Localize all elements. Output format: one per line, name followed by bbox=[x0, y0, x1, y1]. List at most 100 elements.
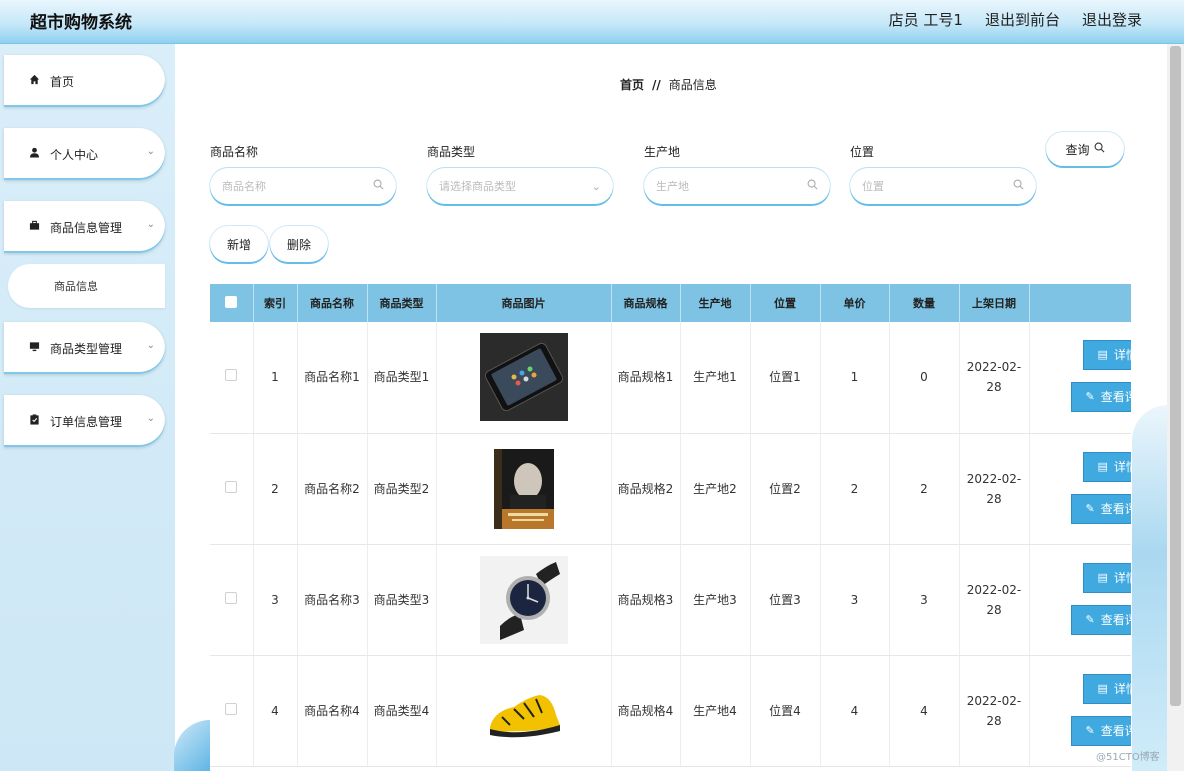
sidebar-item-order-management[interactable]: 订单信息管理 ⌄ bbox=[4, 395, 165, 447]
home-icon bbox=[29, 74, 43, 88]
back-to-front-link[interactable]: 退出到前台 bbox=[985, 9, 1060, 30]
sidebar-item-label: 个人中心 bbox=[50, 147, 99, 162]
edit-icon: ✎ bbox=[1085, 723, 1095, 737]
cell-spec: 商品规格3 bbox=[611, 544, 681, 656]
position-search-input[interactable]: 位置 bbox=[850, 168, 1036, 204]
cell-date: 2022-02-28 bbox=[959, 655, 1030, 767]
table-header-row: 索引 商品名称 商品类型 商品图片 商品规格 生产地 位置 单价 数量 上架日期 bbox=[210, 284, 1131, 322]
header-actions: 店员 工号1 退出到前台 退出登录 bbox=[889, 9, 1142, 30]
name-search-input[interactable]: 商品名称 bbox=[210, 168, 396, 204]
select-all-checkbox[interactable] bbox=[225, 295, 238, 308]
sidebar-item-type-management[interactable]: 商品类型管理 ⌄ bbox=[4, 322, 165, 374]
breadcrumb-home[interactable]: 首页 bbox=[620, 78, 644, 92]
briefcase-icon bbox=[29, 220, 43, 234]
detail-label: 详情 bbox=[1113, 459, 1131, 474]
cell-position: 位置3 bbox=[750, 544, 821, 656]
input-placeholder: 位置 bbox=[862, 180, 884, 193]
sidebar-item-product-management[interactable]: 商品信息管理 ⌄ bbox=[4, 201, 165, 253]
view-comments-button[interactable]: ✎ 查看评论 bbox=[1070, 715, 1131, 746]
view-comments-button[interactable]: ✎ 查看评论 bbox=[1070, 382, 1131, 412]
query-button[interactable]: 查询 bbox=[1046, 132, 1124, 166]
breadcrumb: 首页 // 商品信息 bbox=[620, 76, 717, 93]
detail-button[interactable]: ▤ 详情 bbox=[1082, 673, 1131, 704]
cell-price: 4 bbox=[820, 655, 890, 767]
cell-origin: 生产地2 bbox=[680, 433, 751, 545]
column-header: 上架日期 bbox=[959, 284, 1030, 322]
sidebar: 首页 个人中心 ⌄ 商品信息管理 ⌄ 商品信息 商品类型管理 ⌄ 订单信息管理 … bbox=[0, 44, 175, 771]
detail-label: 详情 bbox=[1113, 570, 1131, 585]
table-row: 1 商品名称1 商品类型1 商品规格1 生产地1 位置1 1 0 2022-02… bbox=[210, 322, 1131, 434]
product-table: 索引 商品名称 商品类型 商品图片 商品规格 生产地 位置 单价 数量 上架日期 bbox=[210, 284, 1131, 771]
origin-search-input[interactable]: 生产地 bbox=[644, 168, 830, 204]
input-placeholder: 生产地 bbox=[656, 180, 689, 193]
sidebar-item-home[interactable]: 首页 bbox=[4, 55, 165, 107]
cell-name: 商品名称1 bbox=[297, 322, 368, 434]
type-select[interactable]: 请选择商品类型 ⌄ bbox=[427, 168, 613, 204]
row-checkbox[interactable] bbox=[225, 591, 238, 604]
sidebar-item-personal[interactable]: 个人中心 ⌄ bbox=[4, 128, 165, 180]
row-checkbox[interactable] bbox=[225, 369, 238, 382]
top-header: 超市购物系统 店员 工号1 退出到前台 退出登录 bbox=[0, 0, 1184, 44]
actions-column-header bbox=[1029, 284, 1131, 322]
search-icon bbox=[1013, 179, 1024, 193]
right-decoration bbox=[1132, 405, 1168, 771]
chevron-down-icon: ⌄ bbox=[146, 146, 155, 157]
scrollbar-thumb[interactable] bbox=[1170, 46, 1181, 706]
cell-type: 商品类型3 bbox=[367, 544, 437, 656]
detail-label: 详情 bbox=[1113, 681, 1131, 696]
view-comments-label: 查看评论 bbox=[1100, 390, 1131, 404]
sidebar-item-label: 订单信息管理 bbox=[50, 414, 123, 429]
cell-date: 2022-02-28 bbox=[959, 433, 1030, 545]
detail-button[interactable]: ▤ 详情 bbox=[1082, 451, 1131, 482]
search-icon bbox=[807, 179, 818, 193]
smartphone-image bbox=[479, 333, 568, 422]
cell-index: 4 bbox=[253, 655, 298, 767]
sidebar-item-label: 首页 bbox=[50, 74, 75, 89]
search-icon bbox=[373, 179, 384, 193]
add-button[interactable]: 新增 bbox=[210, 226, 268, 262]
column-header: 商品规格 bbox=[611, 284, 681, 322]
cell-origin: 生产地1 bbox=[680, 322, 751, 434]
cell-price: 2 bbox=[820, 433, 890, 545]
table-row: 3 商品名称3 商品类型3 商品规格3 生产地3 位置3 3 3 2022-02… bbox=[210, 544, 1131, 656]
vertical-scrollbar[interactable] bbox=[1167, 44, 1184, 771]
delete-button[interactable]: 删除 bbox=[270, 226, 328, 262]
breadcrumb-current: 商品信息 bbox=[668, 78, 717, 92]
query-label: 查询 bbox=[1065, 142, 1090, 157]
filter-name-label: 商品名称 bbox=[210, 145, 259, 159]
cell-origin: 生产地4 bbox=[680, 655, 751, 767]
cell-type: 商品类型1 bbox=[367, 322, 437, 434]
select-all-cell[interactable] bbox=[210, 284, 254, 322]
edit-icon: ✎ bbox=[1085, 390, 1095, 403]
row-checkbox[interactable] bbox=[225, 702, 238, 715]
edit-icon: ✎ bbox=[1085, 612, 1095, 626]
input-placeholder: 商品名称 bbox=[222, 180, 266, 193]
cell-type: 商品类型2 bbox=[367, 433, 437, 545]
column-header: 单价 bbox=[820, 284, 890, 322]
monitor-icon bbox=[29, 341, 43, 355]
cell-date: 2022-02-28 bbox=[959, 544, 1030, 656]
detail-button[interactable]: ▤ 详情 bbox=[1082, 562, 1131, 593]
view-comments-label: 查看评论 bbox=[1100, 723, 1131, 738]
cell-index: 3 bbox=[253, 544, 298, 656]
cell-qty: 3 bbox=[889, 544, 960, 656]
app-title: 超市购物系统 bbox=[30, 13, 132, 33]
document-icon: ▤ bbox=[1097, 459, 1108, 473]
cell-type: 商品类型4 bbox=[367, 655, 437, 767]
cell-position: 位置1 bbox=[750, 322, 821, 434]
view-comments-button[interactable]: ✎ 查看评论 bbox=[1070, 493, 1131, 524]
detail-button[interactable]: ▤ 详情 bbox=[1082, 340, 1131, 370]
cell-index: 2 bbox=[253, 433, 298, 545]
cell-spec: 商品规格4 bbox=[611, 655, 681, 767]
column-header: 商品图片 bbox=[436, 284, 612, 322]
column-header: 生产地 bbox=[680, 284, 751, 322]
cell-date: 2022-02-28 bbox=[959, 322, 1030, 434]
column-header: 位置 bbox=[750, 284, 821, 322]
view-comments-button[interactable]: ✎ 查看评论 bbox=[1070, 604, 1131, 635]
logout-link[interactable]: 退出登录 bbox=[1082, 9, 1142, 30]
cell-spec: 商品规格1 bbox=[611, 322, 681, 434]
sidebar-item-product-info[interactable]: 商品信息 bbox=[8, 264, 165, 308]
table-row: 2 商品名称2 商品类型2 商品规格2 生产地2 位置2 2 2 2022-02… bbox=[210, 433, 1131, 545]
cell-qty: 2 bbox=[889, 433, 960, 545]
row-checkbox[interactable] bbox=[225, 480, 238, 493]
